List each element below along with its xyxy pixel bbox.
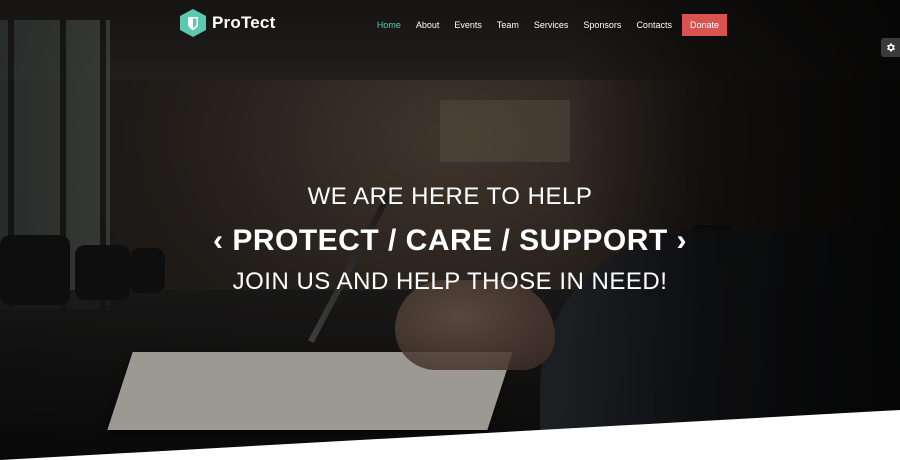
hero-tagline: PROTECT / CARE / SUPPORT (232, 224, 668, 257)
nav-sponsors[interactable]: Sponsors (583, 15, 621, 35)
hero-line-2: ‹ PROTECT / CARE / SUPPORT › (0, 224, 900, 258)
hero-line-1: WE ARE HERE TO HELP (307, 183, 593, 210)
hero-line-3: JOIN US AND HELP THOSE IN NEED! (232, 268, 668, 295)
nav-services[interactable]: Services (534, 15, 569, 35)
nav-about[interactable]: About (416, 15, 440, 35)
nav-home[interactable]: Home (377, 15, 401, 35)
next-slide-arrow[interactable]: › (677, 224, 688, 257)
settings-toggle[interactable] (881, 38, 900, 57)
brand-name: ProTect (212, 13, 276, 32)
site-header: ProTect Home About Events Team Services … (0, 0, 900, 48)
nav-contacts[interactable]: Contacts (636, 15, 672, 35)
site-logo[interactable]: ProTect (180, 9, 275, 37)
nav-events[interactable]: Events (454, 15, 482, 35)
prev-slide-arrow[interactable]: ‹ (213, 224, 224, 257)
shield-icon (180, 9, 206, 37)
hero-section: ProTect Home About Events Team Services … (0, 0, 900, 460)
main-nav: Home About Events Team Services Sponsors… (362, 14, 727, 36)
nav-team[interactable]: Team (497, 15, 519, 35)
donate-button[interactable]: Donate (681, 14, 727, 36)
gear-icon (887, 43, 895, 52)
hero-bottom-divider (0, 410, 900, 460)
